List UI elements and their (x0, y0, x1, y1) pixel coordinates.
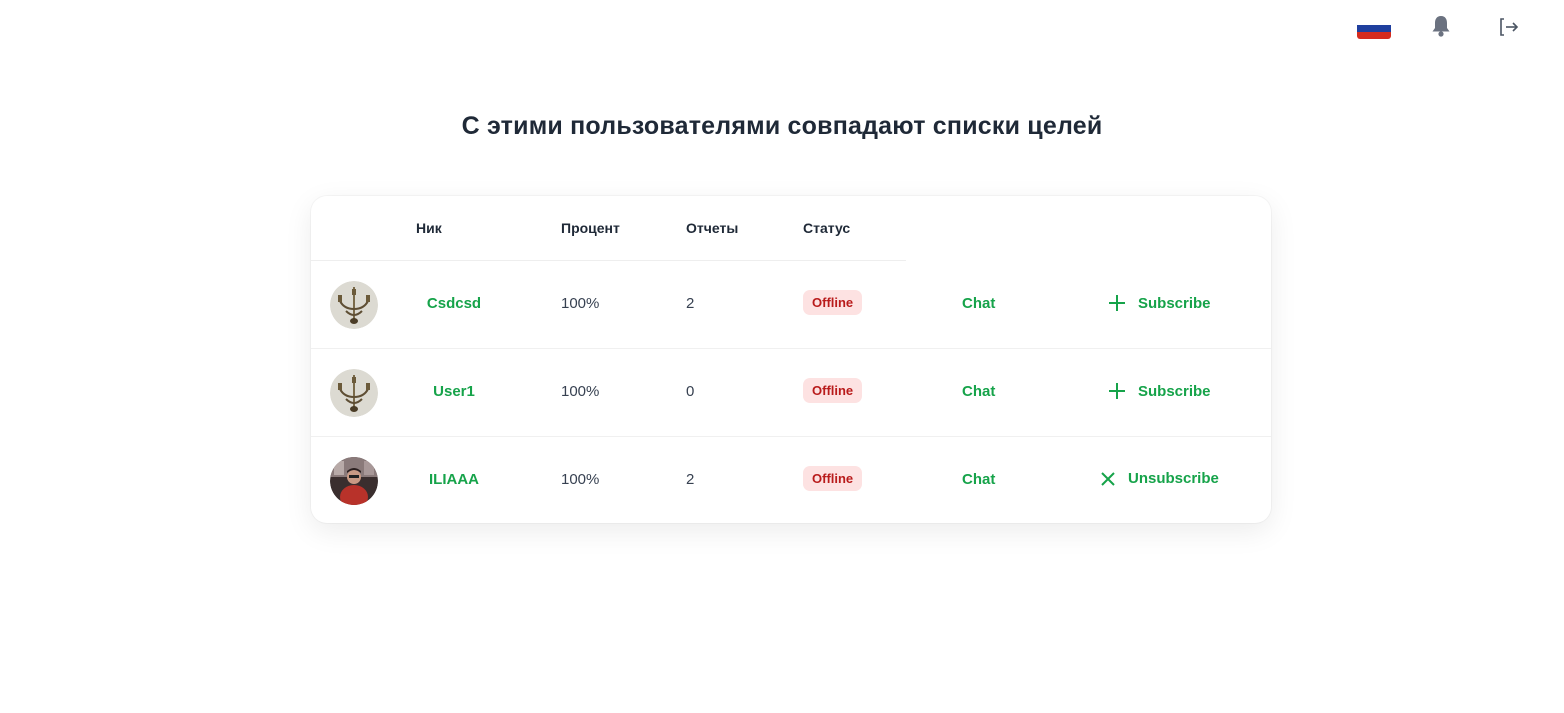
status-badge: Offline (803, 466, 863, 491)
matches-table: Ник Процент Отчеты Статус Csdcsd 100% 2 … (311, 196, 1271, 523)
plus-icon (1109, 295, 1125, 311)
subscribe-button[interactable]: Subscribe (1108, 294, 1211, 312)
avatar[interactable] (330, 369, 378, 417)
percent-value: 100% (561, 383, 600, 400)
unsubscribe-label: Unsubscribe (1128, 470, 1219, 487)
column-status: Статус (803, 220, 851, 236)
page-title: С этими пользователями совпадают списки … (461, 112, 1103, 140)
avatar[interactable] (330, 281, 378, 329)
reports-value: 2 (686, 471, 695, 488)
table-header: Ник Процент Отчеты Статус (311, 196, 906, 261)
avatar[interactable] (330, 457, 378, 505)
table-row: ILIAAA 100% 2 Offline Chat Unsubscribe (311, 437, 1271, 523)
close-icon (1101, 471, 1115, 486)
user-nick-link[interactable]: User1 (404, 383, 504, 400)
table-row: Csdcsd 100% 2 Offline Chat Subscribe (311, 261, 1271, 349)
bell-icon[interactable] (1430, 14, 1452, 38)
top-bar (0, 0, 1564, 56)
russia-flag-icon[interactable] (1357, 18, 1391, 39)
percent-value: 100% (561, 295, 600, 312)
subscribe-label: Subscribe (1138, 294, 1211, 312)
unsubscribe-button[interactable]: Unsubscribe (1100, 470, 1219, 487)
table-row: User1 100% 0 Offline Chat Subscribe (311, 349, 1271, 437)
status-badge: Offline (803, 290, 863, 315)
reports-value: 2 (686, 295, 695, 312)
plus-icon (1109, 383, 1125, 399)
logout-icon[interactable] (1498, 16, 1520, 38)
user-nick-link[interactable]: ILIAAA (404, 471, 504, 488)
column-reports: Отчеты (686, 220, 739, 236)
percent-value: 100% (561, 471, 600, 488)
column-nick: Ник (416, 220, 442, 236)
chat-button[interactable]: Chat (962, 295, 995, 312)
chat-button[interactable]: Chat (962, 383, 995, 400)
chat-button[interactable]: Chat (962, 471, 995, 488)
user-nick-link[interactable]: Csdcsd (404, 295, 504, 312)
status-badge: Offline (803, 378, 863, 403)
subscribe-button[interactable]: Subscribe (1108, 382, 1211, 400)
subscribe-label: Subscribe (1138, 382, 1211, 400)
reports-value: 0 (686, 383, 695, 400)
column-percent: Процент (561, 220, 620, 236)
